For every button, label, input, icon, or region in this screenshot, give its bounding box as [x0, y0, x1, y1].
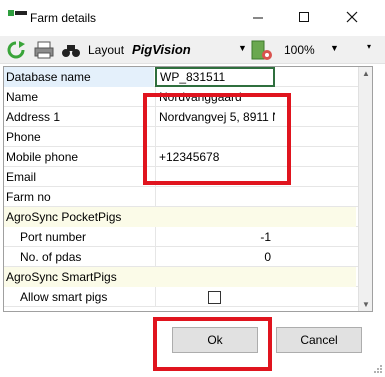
row-label: Port number: [20, 230, 87, 244]
resize-grip-icon[interactable]: [373, 363, 383, 373]
row-label: Address 1: [6, 110, 61, 124]
grid-row[interactable]: Allow smart pigs: [4, 287, 372, 307]
row-label: Email: [6, 170, 37, 184]
close-button[interactable]: [340, 8, 364, 28]
pda-count-field[interactable]: 0: [155, 247, 275, 267]
grid-row[interactable]: No. of pdas 0: [4, 247, 372, 267]
phone-field[interactable]: [155, 127, 275, 147]
port-number-field[interactable]: -1: [155, 227, 275, 247]
row-label: Mobile phone: [6, 150, 79, 164]
window-title: Farm details: [30, 11, 97, 25]
allow-smart-pigs-cell[interactable]: [155, 287, 275, 307]
allow-smart-pigs-checkbox[interactable]: [208, 291, 221, 304]
email-field[interactable]: [155, 167, 275, 187]
toolbar: Layout PigVision ▼ 100% ▼ ▾: [0, 36, 385, 64]
address-field[interactable]: Nordvangvej 5, 8911 Nc: [155, 107, 275, 127]
grid-row[interactable]: Database name WP_831511: [4, 67, 372, 87]
mobile-phone-field[interactable]: +12345678: [155, 147, 275, 167]
app-icon: [8, 10, 28, 22]
grid-row[interactable]: Farm no: [4, 187, 372, 207]
name-field[interactable]: Nordvanggaard: [155, 87, 275, 107]
zoom-level[interactable]: 100%: [284, 43, 315, 57]
scroll-up-icon[interactable]: ▲: [362, 69, 370, 78]
section-header: AgroSync PocketPigs: [4, 207, 372, 227]
close-icon: [346, 11, 358, 23]
row-label: Farm no: [6, 190, 51, 204]
grid-row[interactable]: Phone: [4, 127, 372, 147]
section-label: AgroSync PocketPigs: [4, 207, 356, 227]
section-header: AgroSync SmartPigs: [4, 267, 372, 287]
maximize-button[interactable]: [292, 8, 316, 28]
app-settings-icon[interactable]: [251, 40, 273, 60]
section-label: AgroSync SmartPigs: [4, 267, 356, 287]
row-label: Allow smart pigs: [20, 290, 108, 304]
grid-row[interactable]: Address 1 Nordvangvej 5, 8911 Nc: [4, 107, 372, 127]
app-selector[interactable]: PigVision: [132, 42, 191, 57]
app-dropdown-arrow-icon[interactable]: ▼: [238, 43, 247, 53]
print-icon[interactable]: [33, 40, 55, 60]
toolbar-overflow-icon[interactable]: ▾: [367, 42, 371, 51]
vertical-scrollbar[interactable]: ▲ ▼: [358, 67, 372, 311]
binoculars-icon[interactable]: [60, 40, 82, 60]
scroll-down-icon[interactable]: ▼: [362, 300, 370, 309]
row-label: Name: [6, 90, 39, 104]
grid-row[interactable]: Port number -1: [4, 227, 372, 247]
title-bar: Farm details: [0, 0, 385, 36]
property-grid: Database name WP_831511 Name Nordvanggaa…: [3, 66, 373, 312]
grid-row[interactable]: Mobile phone +12345678: [4, 147, 372, 167]
layout-label[interactable]: Layout: [88, 43, 124, 57]
farm-no-field[interactable]: [155, 187, 275, 207]
database-name-input[interactable]: WP_831511: [155, 67, 275, 87]
row-label: Phone: [6, 130, 41, 144]
minimize-button[interactable]: [246, 8, 270, 28]
cancel-button[interactable]: Cancel: [276, 327, 362, 353]
minimize-icon: [253, 17, 263, 19]
grid-row[interactable]: Name Nordvanggaard: [4, 87, 372, 107]
ok-button[interactable]: Ok: [172, 327, 258, 353]
refresh-icon[interactable]: [5, 40, 27, 60]
grid-row[interactable]: Email: [4, 167, 372, 187]
row-label: Database name: [4, 67, 154, 87]
zoom-dropdown-arrow-icon[interactable]: ▼: [330, 43, 339, 53]
row-label: No. of pdas: [20, 250, 82, 264]
maximize-icon: [299, 12, 309, 22]
